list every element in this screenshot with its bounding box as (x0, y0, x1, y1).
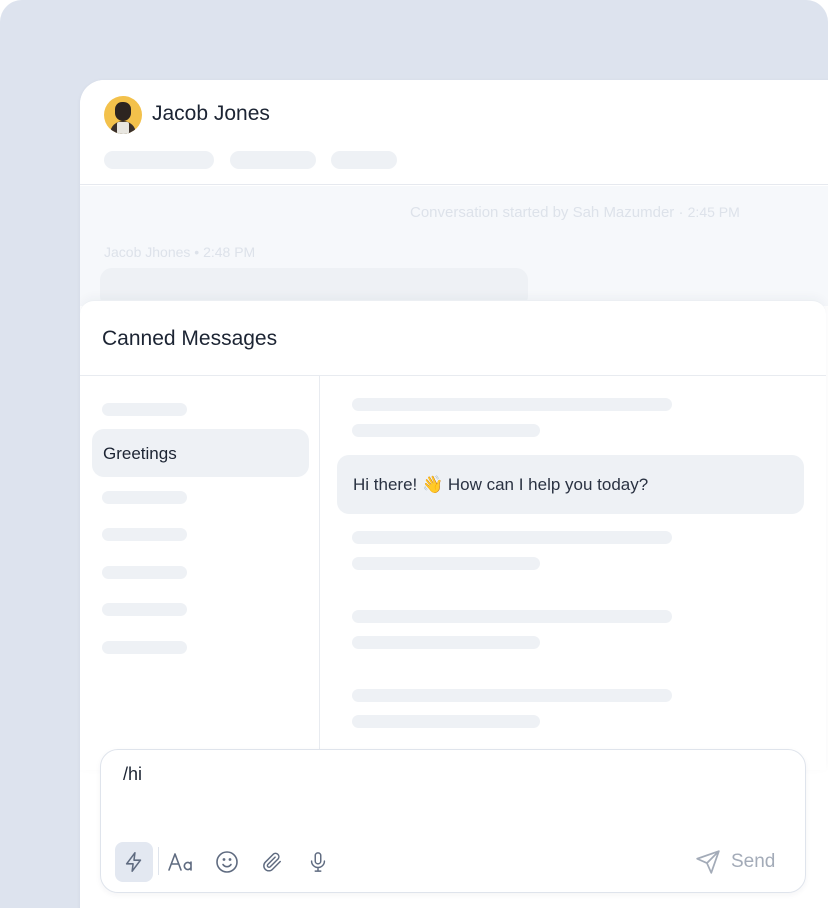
category-placeholder[interactable] (102, 641, 187, 654)
canned-message-item[interactable]: Hi there! 👋 How can I help you today? (337, 455, 804, 514)
message-placeholder-line (352, 636, 540, 649)
message-placeholder-line (352, 398, 672, 411)
divider (319, 376, 320, 776)
lightning-icon[interactable] (115, 842, 153, 882)
send-icon (696, 850, 720, 874)
conversation-started-time: 2:45 PM (687, 204, 740, 220)
conversation-area: Conversation started by Sah Mazumder · 2… (80, 186, 828, 308)
toolbar-divider (158, 847, 159, 875)
canned-message-text: Hi there! 👋 How can I help you today? (353, 475, 649, 494)
category-label: Greetings (103, 444, 177, 463)
conversation-started-text: Conversation started by Sah Mazumder (410, 204, 675, 221)
category-placeholder[interactable] (102, 566, 187, 579)
contact-name: Jacob Jones (152, 102, 270, 125)
header-tab-placeholder[interactable] (104, 151, 214, 169)
message-placeholder-line (352, 557, 540, 570)
category-greetings[interactable]: Greetings (92, 429, 309, 477)
emoji-icon[interactable] (208, 842, 246, 882)
microphone-icon[interactable] (299, 842, 337, 882)
chat-header: Jacob Jones (80, 80, 828, 185)
message-meta: Jacob Jhones • 2:48 PM (104, 244, 256, 260)
category-placeholder[interactable] (102, 528, 187, 541)
send-button[interactable]: Send (695, 848, 775, 876)
message-placeholder-line (352, 531, 672, 544)
message-input[interactable]: /hi (123, 764, 142, 785)
canned-messages-panel: Canned Messages Greetings Hi there! 👋 Ho… (80, 300, 826, 776)
header-tab-placeholder[interactable] (331, 151, 397, 169)
avatar (104, 96, 142, 134)
message-placeholder-line (352, 689, 672, 702)
text-format-icon[interactable] (162, 842, 200, 882)
divider (80, 375, 826, 376)
message-placeholder-line (352, 715, 540, 728)
category-placeholder[interactable] (102, 403, 187, 416)
header-tab-placeholder[interactable] (230, 151, 316, 169)
message-composer[interactable]: /hi Send (100, 749, 806, 893)
category-placeholder[interactable] (102, 603, 187, 616)
send-label: Send (731, 851, 776, 872)
canned-messages-title: Canned Messages (102, 327, 278, 350)
conversation-started-note: Conversation started by Sah Mazumder · 2… (410, 204, 740, 221)
category-placeholder[interactable] (102, 491, 187, 504)
message-placeholder-line (352, 424, 540, 437)
attachment-icon[interactable] (253, 842, 291, 882)
message-placeholder-line (352, 610, 672, 623)
